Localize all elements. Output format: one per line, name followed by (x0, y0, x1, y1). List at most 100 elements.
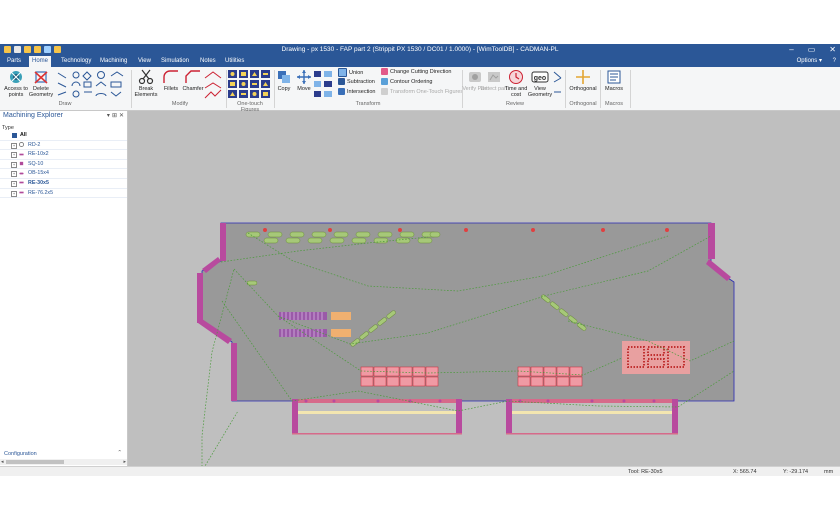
status-y: Y: -29.174 (783, 469, 809, 475)
delete-geometry-button[interactable]: Delete Geometry (27, 69, 55, 98)
obround-tool-icon (19, 172, 24, 175)
contour-ordering-icon (381, 78, 388, 86)
bottom-slot-right (506, 399, 678, 435)
pin-icon[interactable]: ⊞ (112, 112, 117, 119)
view-geometry-button[interactable]: geo View Geometry (526, 69, 554, 98)
tree-item[interactable]: + RE-30x5 (0, 179, 127, 189)
group-review-label: Review (505, 101, 525, 107)
draw-tools-icon[interactable] (56, 70, 130, 100)
tab-simulation[interactable]: Simulation (158, 56, 192, 67)
tree-item-label: RE-10x2 (28, 151, 49, 158)
edge-punch-left-top (220, 223, 226, 261)
dropdown-icon[interactable]: ▾ (107, 112, 110, 119)
intersection-label: Intersection (347, 89, 376, 95)
union-button[interactable]: Union (338, 68, 363, 77)
maximize-button[interactable]: ▭ (808, 45, 816, 54)
transform-one-touch-icon (381, 88, 388, 96)
close-icon[interactable]: ✕ (119, 112, 124, 119)
tab-technology[interactable]: Technology (58, 56, 94, 67)
tab-machining[interactable]: Machining (97, 56, 130, 67)
tab-home[interactable]: Home (29, 56, 52, 67)
scroll-left-icon[interactable]: ◂ (1, 459, 4, 465)
break-elements-button[interactable]: Break Elements (132, 69, 160, 98)
tree-root-all[interactable]: All (0, 131, 127, 141)
access-points-icon (10, 71, 22, 83)
review-small-icons[interactable] (553, 70, 563, 98)
window-title: Drawing - px 1530 - FAP part 2 (Strippit… (281, 46, 559, 53)
ribbon-separator (565, 70, 566, 108)
expand-icon[interactable]: + (11, 190, 17, 197)
help-icon[interactable]: ? (833, 56, 836, 67)
tree-item[interactable]: + RE-10x2 (0, 150, 127, 160)
minimize-button[interactable]: – (789, 45, 793, 54)
rect-tool-icon (19, 191, 24, 194)
geo-icon: geo (531, 71, 549, 83)
tree-item-label: RE-76.2x5 (28, 189, 54, 196)
nest-drawing[interactable] (128, 111, 840, 466)
options-label: Options (796, 58, 818, 64)
change-cutting-direction-label: Change Cutting Direction (390, 69, 452, 75)
group-transform-label: Transform (355, 101, 381, 107)
union-icon (338, 68, 347, 77)
access-points-label: Access to points (4, 86, 28, 98)
transform-one-touch-label: Transform One-Touch Figures (390, 89, 464, 95)
tab-view[interactable]: View (135, 56, 154, 67)
clock-icon (509, 70, 523, 84)
change-cutting-direction-button[interactable]: Change Cutting Direction (381, 68, 451, 77)
options-menu[interactable]: Options ▾ (797, 56, 822, 67)
subtraction-button[interactable]: Subtraction (338, 78, 375, 87)
access-to-points-button[interactable]: Access to points (2, 69, 30, 98)
edge-punch-left-bottom (231, 343, 237, 401)
expand-icon[interactable]: + (11, 180, 17, 187)
expand-icon[interactable]: + (11, 161, 17, 168)
orthogonal-label: Orthogonal (569, 86, 597, 92)
tree-item[interactable]: + OB-15x4 (0, 169, 127, 179)
tab-notes[interactable]: Notes (197, 56, 219, 67)
scroll-thumb[interactable] (6, 460, 64, 464)
slot-array-upper (279, 312, 351, 320)
macros-button[interactable]: Macros (600, 69, 628, 92)
macros-label: Macros (604, 86, 624, 92)
machining-explorer-panel: Machining Explorer ▾ ⊞ ✕ Type All + RD-2… (0, 111, 128, 466)
transform-tools-icon[interactable] (313, 70, 335, 100)
tab-parts[interactable]: Parts (4, 56, 24, 67)
perforated-area (622, 341, 690, 374)
tree-item[interactable]: + SQ-10 (0, 160, 127, 170)
tree-item-label: SQ-10 (28, 160, 44, 167)
ribbon-separator (226, 70, 227, 108)
bottom-slot-left (292, 399, 462, 435)
ribbon-tabs: Parts Home Technology Machining View Sim… (0, 56, 840, 67)
explorer-horizontal-scrollbar[interactable]: ◂ ▸ (0, 459, 127, 465)
configuration-link[interactable]: Configuration (4, 451, 37, 457)
cadman-window: Drawing - px 1530 - FAP part 2 (Strippit… (0, 44, 840, 476)
chevron-up-icon[interactable]: ⌃ (117, 450, 122, 456)
rect-tool-icon (19, 182, 24, 184)
tab-utilities[interactable]: Utilities (222, 56, 247, 67)
modify-tools-icon[interactable] (203, 70, 225, 100)
expand-icon[interactable]: + (11, 142, 17, 149)
transform-one-touch-button[interactable]: Transform One-Touch Figures (381, 88, 463, 97)
chamfer-label: Chamfer (182, 86, 204, 92)
detect-part-icon (488, 72, 500, 82)
subtraction-icon (338, 78, 345, 86)
scroll-right-icon[interactable]: ▸ (123, 459, 126, 465)
explorer-controls: ▾ ⊞ ✕ (107, 112, 124, 119)
tree-item[interactable]: + RE-76.2x5 (0, 189, 127, 199)
one-touch-figures-gallery[interactable] (228, 70, 272, 100)
tree-item[interactable]: + RD-2 (0, 141, 127, 151)
drawing-canvas[interactable] (128, 111, 840, 466)
move-icon (297, 70, 311, 84)
close-button[interactable]: ✕ (829, 45, 836, 54)
edge-punch-left-mid (197, 273, 203, 323)
orthogonal-button[interactable]: Orthogonal (567, 69, 599, 92)
chamfer-icon (185, 70, 200, 83)
expand-icon[interactable]: + (11, 171, 17, 178)
expand-icon[interactable]: + (11, 152, 17, 159)
tree-item-label: RD-2 (28, 141, 41, 148)
macros-icon (607, 70, 621, 84)
contour-ordering-button[interactable]: Contour Ordering (381, 78, 433, 87)
machining-tree: All + RD-2 + RE-10x2 + SQ-10 + OB-15x4 +… (0, 131, 127, 199)
move-label: Move (297, 86, 311, 92)
tree-root-label: All (20, 132, 27, 138)
intersection-button[interactable]: Intersection (338, 88, 375, 97)
